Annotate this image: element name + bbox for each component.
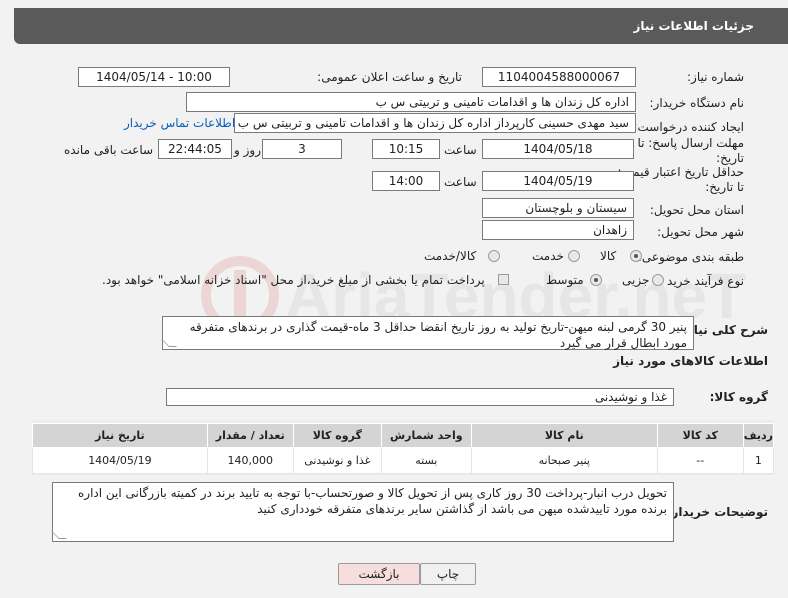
treasury-payment-checkbox[interactable] [498,274,509,285]
contact-buyer-link[interactable]: اطلاعات تماس خریدار [124,116,235,130]
buyer-notes-textarea: تحویل درب انبار-پرداخت 30 روز کاری پس از… [51,482,674,542]
deadline-time-label: ساعت [444,143,477,157]
category-label: طبقه بندی موضوعی: [637,250,744,264]
cell-row-number: 1 [742,447,775,474]
deadline-label-line2: تاریخ: [716,151,744,165]
goods-section-title: اطلاعات کالاهای مورد نیاز [613,354,768,368]
category-both-label: کالا/خدمت [424,249,477,263]
col-item-name: نام کالا [470,423,658,448]
days-label: روز و [234,143,261,157]
page-header: جزئیات اطلاعات نیاز [14,8,788,44]
price-validity-label-line1: حداقل تاریخ اعتبار قیمت: [617,165,744,179]
category-service-radio[interactable] [568,250,580,262]
category-service-label: خدمت [532,249,564,263]
page-title: جزئیات اطلاعات نیاز [633,19,754,33]
description-text: پنیر 30 گرمی لبنه میهن-تاریخ تولید به رو… [189,320,687,350]
remaining-label: ساعت باقی مانده [64,143,154,157]
process-label: نوع فرآیند خرید : [659,274,744,288]
deadline-date-field: 1404/05/18 [482,139,634,159]
process-medium-radio[interactable] [590,274,602,286]
goods-group-label: گروه کالا: [709,390,768,404]
province-label: استان محل تحویل: [649,203,744,217]
col-unit: واحد شمارش [380,423,472,448]
remaining-time-field: 22:44:05 [158,139,232,159]
description-textarea: پنیر 30 گرمی لبنه میهن-تاریخ تولید به رو… [161,316,694,350]
goods-group-field: غذا و نوشیدنی [166,388,674,406]
goods-table-header: ردیف کد کالا نام کالا واحد شمارش گروه کا… [32,423,775,448]
cell-need-date: 1404/05/19 [32,447,208,474]
col-quantity: تعداد / مقدار [206,423,294,448]
price-time-field: 14:00 [372,171,440,191]
cell-unit: بسته [380,447,472,474]
process-partial-radio[interactable] [652,274,664,286]
cell-item-name: پنیر صبحانه [470,447,658,474]
cell-group: غذا و نوشیدنی [292,447,382,474]
creator-label: ایجاد کننده درخواست: [633,120,744,134]
col-item-code: کد کالا [656,423,744,448]
announce-field: 1404/05/14 - 10:00 [78,67,230,87]
province-field: سیستان و بلوچستان [482,198,634,218]
buyer-notes-text: تحویل درب انبار-پرداخت 30 روز کاری پس از… [77,486,667,516]
announce-label: تاریخ و ساعت اعلان عمومی: [317,70,462,84]
treasury-payment-note: پرداخت تمام یا بخشی از مبلغ خرید،از محل … [102,273,485,287]
deadline-time-field: 10:15 [372,139,440,159]
buyer-org-label: نام دستگاه خریدار: [649,96,745,110]
need-number-label: شماره نیاز: [687,70,744,84]
category-goods-radio[interactable] [630,250,642,262]
city-field: زاهدان [482,220,634,240]
price-time-label: ساعت [444,175,477,189]
back-button[interactable]: بازگشت [338,563,420,585]
cell-item-code: -- [656,447,744,474]
cell-quantity: 140,000 [206,447,294,474]
resize-handle-icon[interactable] [161,339,177,347]
col-need-date: تاریخ نیاز [32,423,208,448]
price-validity-label-line2: تا تاریخ: [705,180,744,194]
process-partial-label: جزیی [622,273,650,287]
city-label: شهر محل تحویل: [657,225,744,239]
days-field: 3 [262,139,342,159]
col-row-number: ردیف [742,423,775,448]
table-row: 1 -- پنیر صبحانه بسته غذا و نوشیدنی 140,… [32,447,775,474]
buyer-notes-label: توضیحات خریدار: [666,505,768,519]
buyer-org-field: اداره کل زندان ها و اقدامات تامینی و ترب… [186,92,636,112]
description-label: شرح کلی نیاز: [682,323,768,337]
creator-field: سید مهدی حسینی کارپرداز اداره کل زندان ه… [234,113,636,133]
process-medium-label: متوسط [546,273,584,287]
col-group: گروه کالا [292,423,382,448]
goods-table: ردیف کد کالا نام کالا واحد شمارش گروه کا… [32,423,775,474]
price-date-field: 1404/05/19 [482,171,634,191]
print-button[interactable]: چاپ [420,563,476,585]
deadline-label-line1: مهلت ارسال پاسخ: تا [637,136,744,150]
need-number-field: 1104004588000067 [482,67,636,87]
resize-handle-icon[interactable] [51,531,67,539]
category-goods-label: کالا [600,249,617,263]
category-both-radio[interactable] [488,250,500,262]
